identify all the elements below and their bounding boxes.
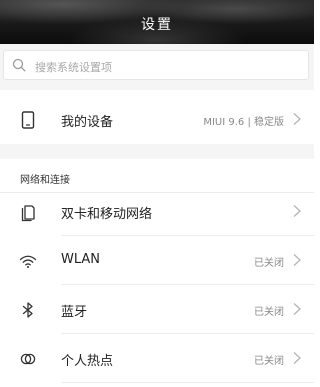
divider xyxy=(61,284,314,285)
bluetooth-row[interactable]: 蓝牙 已关闭 xyxy=(0,286,314,334)
title-bar: 设置 xyxy=(0,0,314,44)
chevron-right-icon xyxy=(293,113,301,125)
miui-version-value: MIUI 9.6 | 稳定版 xyxy=(203,117,284,128)
chevron-right-icon xyxy=(293,352,301,364)
my-device-label: 我的设备 xyxy=(61,115,114,130)
my-device-row[interactable]: 我的设备 MIUI 9.6 | 稳定版 xyxy=(0,96,314,144)
wlan-row[interactable]: WLAN 已关闭 xyxy=(0,237,314,285)
search-placeholder: 搜索系统设置项 xyxy=(35,61,112,74)
phone-icon xyxy=(21,111,35,129)
sim-card-icon xyxy=(21,205,35,222)
section-spacer xyxy=(0,144,314,159)
search-input[interactable]: 搜索系统设置项 xyxy=(3,50,309,80)
page-title: 设置 xyxy=(141,17,173,33)
divider xyxy=(61,235,314,236)
bluetooth-icon xyxy=(22,302,33,318)
hotspot-status: 已关闭 xyxy=(254,356,284,367)
hotspot-row[interactable]: 个人热点 已关闭 xyxy=(0,335,314,383)
bluetooth-label: 蓝牙 xyxy=(61,305,88,320)
search-area: 搜索系统设置项 xyxy=(0,44,314,90)
wifi-icon xyxy=(19,255,37,268)
wlan-status: 已关闭 xyxy=(254,258,284,269)
dual-sim-row[interactable]: 双卡和移动网络 xyxy=(0,188,314,236)
hotspot-icon xyxy=(20,353,36,365)
chevron-right-icon xyxy=(293,303,301,315)
dual-sim-label: 双卡和移动网络 xyxy=(61,207,153,222)
chevron-right-icon xyxy=(293,254,301,266)
chevron-right-icon xyxy=(293,205,301,217)
divider xyxy=(61,382,314,383)
network-section-title: 网络和连接 xyxy=(20,175,70,186)
bluetooth-status: 已关闭 xyxy=(254,307,284,318)
wlan-label: WLAN xyxy=(61,252,101,267)
search-icon xyxy=(12,58,26,72)
hotspot-label: 个人热点 xyxy=(61,354,114,369)
divider xyxy=(61,333,314,334)
